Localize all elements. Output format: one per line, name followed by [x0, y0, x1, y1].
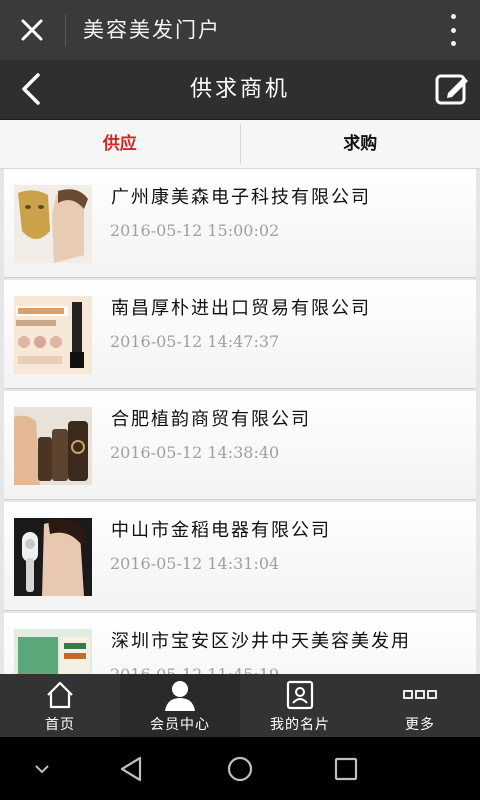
- list-item[interactable]: 中山市金稻电器有限公司 2016-05-12 14:31:04: [4, 502, 476, 611]
- more-dot-icon: [450, 27, 456, 33]
- list-item[interactable]: 南昌厚朴进出口贸易有限公司 2016-05-12 14:47:37: [4, 280, 476, 389]
- more-dot-icon: [450, 14, 456, 19]
- product-thumbnail: [14, 518, 92, 596]
- supply-demand-tabs: 供应 求购: [0, 120, 480, 169]
- page-title: 供求商机: [189, 77, 290, 102]
- edit-button[interactable]: [434, 71, 470, 107]
- nav-label: 会员中心: [150, 717, 210, 733]
- system-recents-button[interactable]: [330, 753, 362, 785]
- more-dot-icon: [450, 41, 456, 46]
- edit-icon: [435, 74, 468, 105]
- recents-square-icon: [334, 757, 358, 781]
- post-time: 2016-05-12 14:38:40: [110, 443, 280, 462]
- more-icon: [403, 690, 437, 699]
- nav-label: 首页: [45, 717, 75, 733]
- tab-supply[interactable]: 供应: [0, 120, 240, 168]
- system-back-button[interactable]: [116, 753, 148, 785]
- product-thumbnail: [14, 296, 92, 374]
- close-button[interactable]: [12, 10, 52, 50]
- nav-my-card[interactable]: 我的名片: [240, 674, 360, 737]
- nav-more[interactable]: 更多: [360, 674, 480, 737]
- more-menu-button[interactable]: [448, 14, 458, 46]
- list-item[interactable]: 广州康美森电子科技有限公司 2016-05-12 15:00:02: [4, 169, 476, 278]
- tab-purchase[interactable]: 求购: [241, 120, 480, 168]
- user-icon: [165, 681, 195, 711]
- page-navbar: 供求商机: [0, 60, 480, 120]
- list-item[interactable]: 合肥植韵商贸有限公司 2016-05-12 14:38:40: [4, 391, 476, 500]
- listing-list: 广州康美森电子科技有限公司 2016-05-12 15:00:02 南昌厚朴进出…: [0, 169, 480, 674]
- post-time: 2016-05-12 14:47:37: [110, 332, 280, 351]
- back-arrow-icon: [22, 73, 40, 105]
- system-home-button[interactable]: [224, 753, 256, 785]
- company-name: 南昌厚朴进出口贸易有限公司: [111, 298, 371, 319]
- title-bar: 美容美发门户: [0, 0, 480, 60]
- nav-home[interactable]: 首页: [0, 674, 120, 737]
- post-time: 2016-05-12 15:00:02: [110, 221, 280, 240]
- company-name: 广州康美森电子科技有限公司: [111, 187, 371, 208]
- home-circle-icon: [227, 756, 253, 782]
- nav-label: 更多: [405, 717, 435, 733]
- nav-member-center[interactable]: 会员中心: [120, 674, 240, 737]
- hide-keyboard-button[interactable]: [26, 753, 58, 785]
- bottom-navigation: 首页 会员中心 我的名片 更多: [0, 674, 480, 737]
- post-time: 2016-05-12 11:45:19: [110, 665, 279, 674]
- post-time: 2016-05-12 14:31:04: [110, 554, 280, 573]
- product-thumbnail: [14, 629, 92, 674]
- list-item[interactable]: 深圳市宝安区沙井中天美容美发用 2016-05-12 11:45:19: [4, 613, 476, 674]
- app-title: 美容美发门户: [83, 18, 221, 42]
- card-icon: [286, 680, 314, 710]
- company-name: 深圳市宝安区沙井中天美容美发用: [111, 631, 411, 652]
- nav-label: 我的名片: [270, 717, 330, 733]
- back-triangle-icon: [120, 756, 142, 782]
- company-name: 合肥植韵商贸有限公司: [111, 409, 311, 430]
- back-button[interactable]: [12, 69, 52, 109]
- product-thumbnail: [14, 185, 92, 263]
- system-navigation-bar: [0, 737, 480, 800]
- product-thumbnail: [14, 407, 92, 485]
- company-name: 中山市金稻电器有限公司: [111, 520, 331, 541]
- close-icon: [21, 19, 43, 41]
- chevron-down-icon: [35, 765, 49, 774]
- home-icon: [47, 681, 73, 709]
- title-divider: [65, 14, 66, 46]
